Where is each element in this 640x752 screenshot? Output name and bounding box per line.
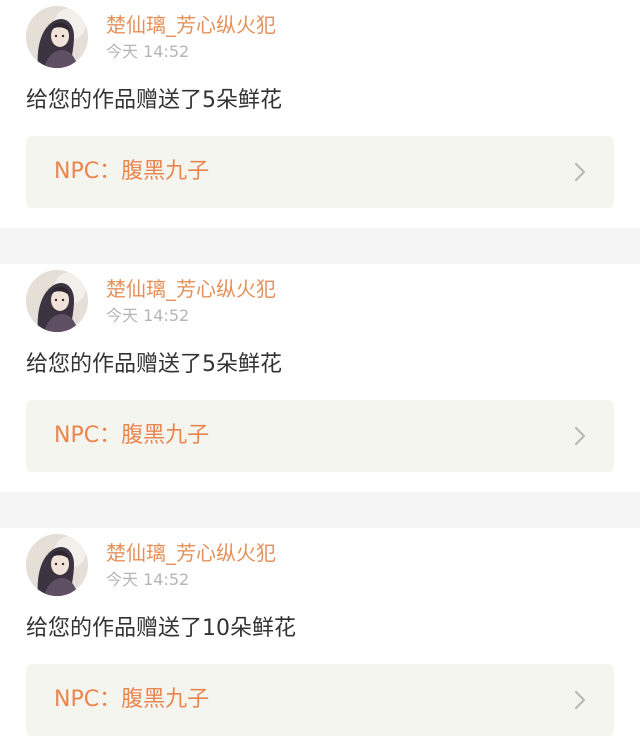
timestamp: 今天 14:52 [106, 570, 190, 589]
work-title: NPC：腹黑九子 [54, 687, 210, 712]
gift-notification: 楚仙璃_芳心纵火犯 今天 14:52 给您的作品赠送了5朵鲜花 NPC：腹黑九子 [0, 264, 640, 492]
username[interactable]: 楚仙璃_芳心纵火犯 [106, 540, 276, 566]
user-avatar[interactable] [26, 534, 88, 596]
username[interactable]: 楚仙璃_芳心纵火犯 [106, 12, 276, 38]
user-avatar[interactable] [26, 270, 88, 332]
work-link-card[interactable]: NPC：腹黑九子 [26, 664, 614, 736]
work-link-card[interactable]: NPC：腹黑九子 [26, 136, 614, 208]
gift-message: 给您的作品赠送了5朵鲜花 [26, 88, 282, 113]
chevron-right-icon [574, 690, 586, 710]
chevron-right-icon [574, 426, 586, 446]
timestamp: 今天 14:52 [106, 42, 190, 61]
section-divider [0, 228, 640, 264]
gift-message: 给您的作品赠送了10朵鲜花 [26, 616, 296, 641]
user-avatar[interactable] [26, 6, 88, 68]
section-divider [0, 492, 640, 528]
chevron-right-icon [574, 162, 586, 182]
gift-notification: 楚仙璃_芳心纵火犯 今天 14:52 给您的作品赠送了5朵鲜花 NPC：腹黑九子 [0, 0, 640, 228]
gift-message: 给您的作品赠送了5朵鲜花 [26, 352, 282, 377]
work-title: NPC：腹黑九子 [54, 159, 210, 184]
gift-notification: 楚仙璃_芳心纵火犯 今天 14:52 给您的作品赠送了10朵鲜花 NPC：腹黑九… [0, 528, 640, 752]
timestamp: 今天 14:52 [106, 306, 190, 325]
username[interactable]: 楚仙璃_芳心纵火犯 [106, 276, 276, 302]
notification-feed: 楚仙璃_芳心纵火犯 今天 14:52 给您的作品赠送了5朵鲜花 NPC：腹黑九子 [0, 0, 640, 752]
work-link-card[interactable]: NPC：腹黑九子 [26, 400, 614, 472]
work-title: NPC：腹黑九子 [54, 423, 210, 448]
